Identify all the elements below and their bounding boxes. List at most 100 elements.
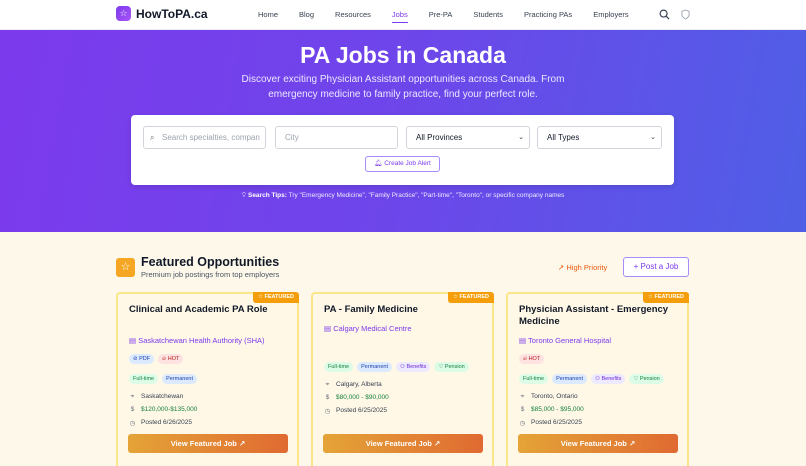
company-link[interactable]: ▤ Saskatchewan Health Authority (SHA)	[129, 336, 265, 345]
type-chip-pension: ♡ Pension	[434, 362, 469, 372]
map-pin-icon: ⌖	[130, 393, 135, 400]
external-link-icon: ↗	[628, 439, 636, 448]
province-select[interactable]: All Provinces ⌄	[406, 126, 530, 149]
job-tags: 🔥︎ HOT	[519, 354, 545, 364]
company-link[interactable]: ▤ Calgary Medical Centre	[324, 324, 412, 333]
hot-tag: 🔥︎ HOT	[158, 354, 184, 364]
pdf-tag-label: PDF	[139, 356, 151, 362]
view-featured-job-label: View Featured Job	[170, 439, 237, 448]
company-name: Calgary Medical Centre	[333, 324, 412, 333]
nav-link-blog[interactable]: Blog	[299, 0, 314, 30]
featured-badge-label: FEATURED	[459, 294, 489, 300]
dollar-icon: $	[325, 394, 330, 401]
salary-text: $80,000 - $90,000	[336, 394, 389, 401]
featured-title: Featured Opportunities	[141, 255, 280, 269]
company-link[interactable]: ▤ Toronto General Hospital	[519, 336, 611, 345]
search-icon[interactable]	[659, 9, 670, 20]
location-text: Saskatchewan	[141, 393, 184, 400]
hero-title: PA Jobs in Canada	[300, 42, 506, 68]
type-chip-permanent: Permanent	[552, 374, 587, 384]
star-icon: ☆	[116, 258, 135, 277]
trending-up-icon: ↗	[558, 263, 565, 272]
posted-text: Posted 6/26/2025	[141, 419, 192, 426]
featured-badge: ☆ FEATURED	[252, 292, 299, 303]
post-job-button[interactable]: + Post a Job	[623, 257, 689, 277]
clock-icon: ◷	[519, 420, 526, 427]
top-navbar: ☆ HowToPA.ca Home Blog Resources Jobs Pr…	[0, 0, 806, 30]
location-text: Toronto, Ontario	[531, 393, 578, 400]
job-posted: ◷ Posted 6/26/2025	[129, 419, 192, 427]
type-chip-full-time: Full-time	[519, 374, 549, 384]
high-priority-text: High Priority	[566, 263, 608, 272]
search-placeholder: Search specialties, compan	[162, 133, 260, 142]
salary-text: $85,000 - $95,000	[531, 406, 584, 413]
posted-text: Posted 6/25/2025	[336, 407, 387, 414]
benefits-label: Benefits	[601, 376, 622, 382]
view-featured-job-button[interactable]: View Featured Job ↗	[518, 434, 678, 453]
job-card[interactable]: ☆ FEATURED Physician Assistant - Emergen…	[506, 292, 689, 466]
job-title[interactable]: Physician Assistant - Emergency Medicine	[519, 304, 669, 328]
hot-tag-label: HOT	[167, 356, 180, 362]
plus-icon: +	[633, 262, 639, 271]
featured-badge-label: FEATURED	[654, 294, 684, 300]
type-value: All Types	[547, 133, 580, 142]
job-salary: $ $80,000 - $90,000	[324, 394, 389, 401]
nav-link-practicing-pas[interactable]: Practicing PAs	[524, 0, 572, 30]
map-pin-icon: ⌖	[520, 393, 525, 400]
province-value: All Provinces	[416, 133, 463, 142]
featured-badge-label: FEATURED	[264, 294, 294, 300]
pension-label: Pension	[444, 364, 465, 370]
logo-text: HowToPA.ca	[136, 6, 208, 21]
shield-icon[interactable]	[681, 9, 690, 20]
hero-subtitle: Discover exciting Physician Assistant op…	[241, 74, 565, 100]
view-featured-job-button[interactable]: View Featured Job ↗	[323, 434, 483, 453]
city-input[interactable]: City	[275, 126, 398, 149]
bell-icon: 🔔︎	[374, 160, 383, 167]
job-salary: $ $85,000 - $95,000	[519, 406, 584, 413]
company-name: Saskatchewan Health Authority (SHA)	[138, 336, 265, 345]
search-tips-label: Search Tips:	[247, 192, 287, 199]
type-chip-permanent: Permanent	[162, 374, 197, 384]
external-link-icon: ↗	[433, 439, 441, 448]
company-name: Toronto General Hospital	[528, 336, 612, 345]
view-featured-job-label: View Featured Job	[365, 439, 432, 448]
job-card[interactable]: ☆ FEATURED PA - Family Medicine ▤ Calgar…	[311, 292, 494, 466]
dollar-icon: $	[520, 406, 525, 413]
chevron-down-icon: ⌄	[518, 134, 524, 141]
job-location: ⌖ Calgary, Alberta	[324, 381, 382, 389]
clock-icon: ◷	[129, 420, 136, 427]
create-job-alert-button[interactable]: 🔔︎ Create Job Alert	[365, 156, 440, 172]
nav-link-home[interactable]: Home	[258, 0, 278, 30]
type-select[interactable]: All Types ⌄	[537, 126, 662, 149]
pension-label: Pension	[639, 376, 660, 382]
nav-link-employers[interactable]: Employers	[593, 0, 628, 30]
search-card: ⌕ Search specialties, compan City All Pr…	[131, 115, 674, 185]
external-link-icon: ↗	[238, 439, 246, 448]
job-types: Full-time Permanent	[129, 374, 197, 384]
nav-link-jobs[interactable]: Jobs	[391, 0, 408, 30]
job-location: ⌖ Saskatchewan	[129, 393, 184, 401]
featured-subtitle: Premium job postings from top employers	[141, 270, 280, 279]
location-text: Calgary, Alberta	[336, 381, 382, 388]
job-title[interactable]: Clinical and Academic PA Role	[129, 304, 279, 316]
hero-section: PA Jobs in Canada Discover exciting Phys…	[0, 30, 806, 232]
job-types: Full-time Permanent ⚇ Benefits ♡ Pension	[324, 362, 469, 372]
nav-link-students[interactable]: Students	[473, 0, 503, 30]
nav-link-resources[interactable]: Resources	[335, 0, 371, 30]
building-icon: ▤	[129, 336, 137, 345]
job-types: Full-time Permanent ⚇ Benefits ♡ Pension	[519, 374, 664, 384]
building-icon: ▤	[519, 336, 527, 345]
nav-link-pre-pa[interactable]: Pre-PA	[429, 0, 453, 30]
search-input[interactable]: ⌕ Search specialties, compan	[143, 126, 266, 149]
job-card[interactable]: ☆ FEATURED Clinical and Academic PA Role…	[116, 292, 299, 466]
site-logo[interactable]: ☆ HowToPA.ca	[116, 6, 208, 21]
view-featured-job-label: View Featured Job	[560, 439, 627, 448]
hot-tag: 🔥︎ HOT	[519, 354, 545, 364]
type-chip-benefits: ⚇ Benefits	[396, 362, 431, 372]
hot-tag-label: HOT	[528, 356, 541, 362]
view-featured-job-button[interactable]: View Featured Job ↗	[128, 434, 288, 453]
nav-links: Home Blog Resources Jobs Pre-PA Students…	[258, 0, 650, 30]
job-title[interactable]: PA - Family Medicine	[324, 304, 474, 316]
clock-icon: ◷	[324, 408, 331, 415]
salary-text: $120,000-$135,000	[141, 406, 198, 413]
